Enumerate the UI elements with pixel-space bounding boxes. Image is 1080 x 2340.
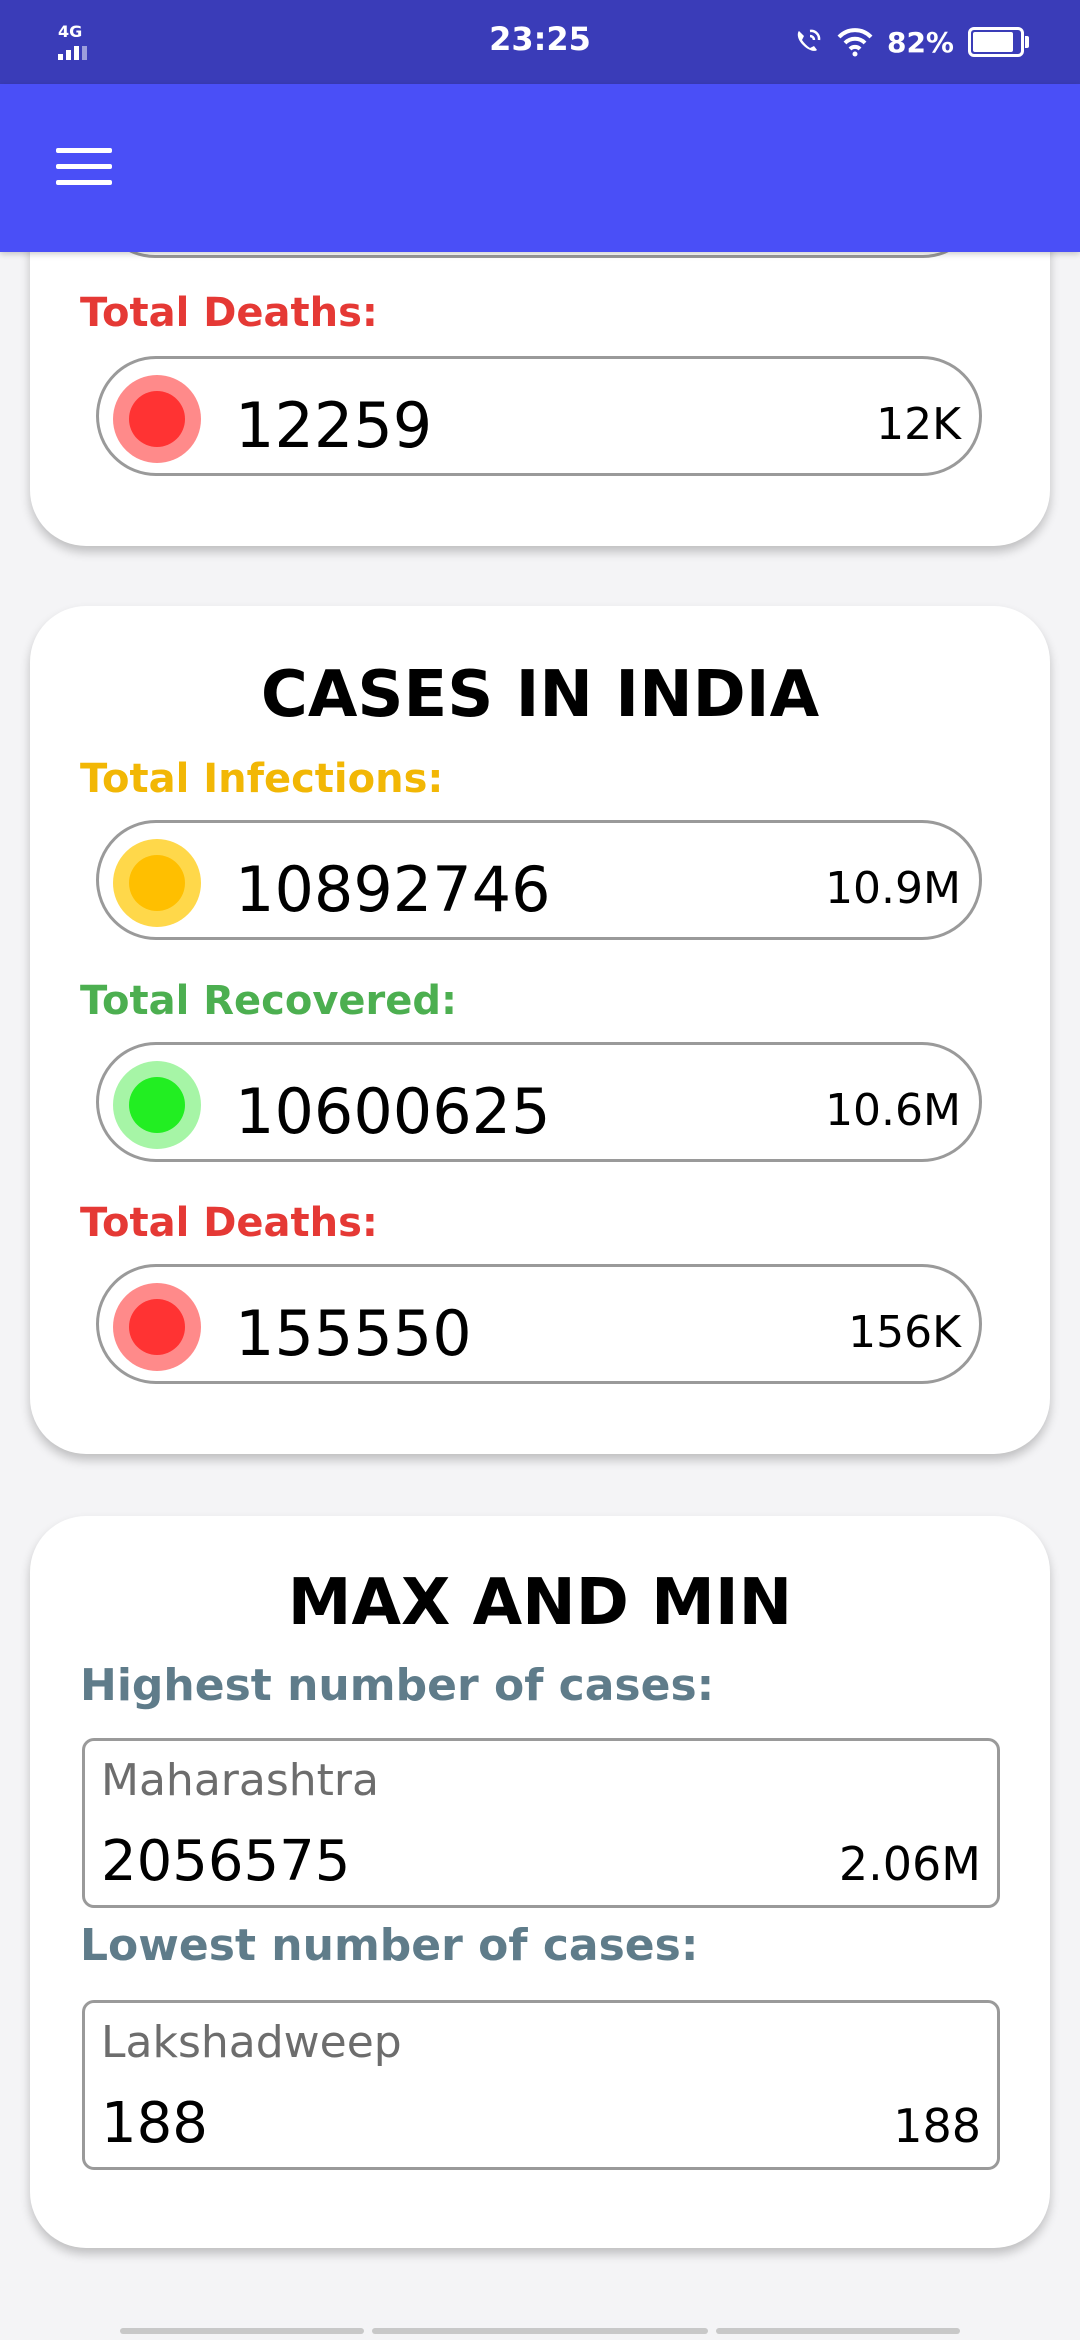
recovered-indicator-icon — [113, 1061, 201, 1149]
world-deaths-pill: 12259 12K — [96, 356, 982, 476]
app-bar — [0, 84, 1080, 252]
india-card-title: CASES IN INDIA — [260, 658, 820, 732]
lowest-state-short: 188 — [893, 2099, 981, 2153]
world-deaths-short: 12K — [876, 399, 961, 450]
highest-state-short: 2.06M — [838, 1837, 981, 1891]
lowest-cases-box: Lakshadweep 188 188 — [82, 2000, 1000, 2170]
india-deaths-label: Total Deaths: — [80, 1200, 378, 1246]
lowest-state-count: 188 — [101, 2091, 208, 2156]
status-bar: 4G 23:25 82% — [0, 0, 1080, 84]
world-deaths-value: 12259 — [235, 389, 433, 462]
infections-indicator-icon — [113, 839, 201, 927]
infections-pill: 10892746 10.9M — [96, 820, 982, 940]
highest-cases-label: Highest number of cases: — [80, 1660, 715, 1711]
max-min-title: MAX AND MIN — [287, 1566, 793, 1640]
lowest-state-name: Lakshadweep — [101, 2017, 402, 2068]
lowest-cases-label: Lowest number of cases: — [80, 1920, 699, 1971]
battery-icon — [968, 27, 1029, 57]
wifi-icon — [837, 28, 873, 57]
recovered-label: Total Recovered: — [80, 978, 458, 1024]
infections-label: Total Infections: — [80, 756, 444, 802]
india-cases-card: CASES IN INDIA Total Infections: 1089274… — [30, 606, 1050, 1454]
max-min-card: MAX AND MIN Highest number of cases: Mah… — [30, 1516, 1050, 2248]
india-deaths-pill: 155550 156K — [96, 1264, 982, 1384]
recovered-pill: 10600625 10.6M — [96, 1042, 982, 1162]
bottom-divider — [716, 2328, 960, 2334]
deaths-indicator-icon — [113, 375, 201, 463]
recovered-value: 10600625 — [235, 1075, 551, 1148]
menu-icon[interactable] — [56, 148, 112, 188]
world-deaths-label: Total Deaths: — [80, 290, 378, 336]
battery-percentage: 82% — [886, 25, 954, 59]
highest-cases-box: Maharashtra 2056575 2.06M — [82, 1738, 1000, 1908]
infections-short: 10.9M — [825, 863, 961, 914]
infections-value: 10892746 — [235, 853, 551, 926]
recovered-short: 10.6M — [825, 1085, 961, 1136]
bottom-divider — [372, 2328, 708, 2334]
highest-state-name: Maharashtra — [101, 1755, 379, 1806]
wifi-calling-icon — [797, 29, 821, 51]
deaths-indicator-icon — [113, 1283, 201, 1371]
bottom-divider — [120, 2328, 364, 2334]
highest-state-count: 2056575 — [101, 1829, 351, 1894]
india-deaths-short: 156K — [848, 1307, 961, 1358]
india-deaths-value: 155550 — [235, 1297, 472, 1370]
